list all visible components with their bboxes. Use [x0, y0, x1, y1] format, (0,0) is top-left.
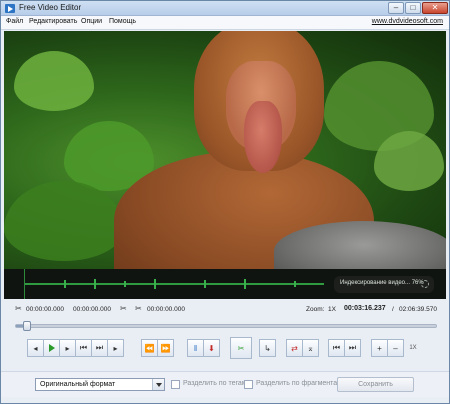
prev-frame-button[interactable]: ◂ [27, 339, 44, 357]
playback-toolbar: ◂ ▸ ⏮ ⏭ ▸ ⏪ ⏩ ‖ ⬇ ✂ ↳ ⇄ ⌅ ⏮ ⏭ + – 1X [1, 335, 449, 361]
undo-button[interactable]: ↳ [259, 339, 276, 357]
menu-bar: Файл Редактировать Опции Помощь www.dvdv… [1, 16, 449, 30]
audio-waveform[interactable]: Индексирование видео... 76% [4, 269, 446, 299]
foliage [14, 51, 94, 111]
split-tags-checkbox[interactable] [171, 380, 180, 389]
split-fragments-checkbox[interactable] [244, 380, 253, 389]
play-selection-button[interactable]: ▸ [59, 339, 76, 357]
transport-group: ◂ ▸ ⏮ ⏭ ▸ [27, 339, 124, 357]
loading-spinner-icon [421, 280, 429, 288]
website-link[interactable]: www.dvdvideosoft.com [372, 18, 443, 25]
play-icon [48, 344, 55, 352]
format-select-value: Оригинальный формат [40, 381, 116, 388]
delete-group: ⇄ ⌅ [286, 339, 319, 357]
zoom-in-button[interactable]: + [371, 339, 388, 357]
app-window: Free Video Editor – □ ✕ Файл Редактирова… [0, 0, 450, 404]
play-button[interactable] [43, 339, 60, 357]
minimize-button[interactable]: – [388, 2, 404, 14]
zoom-value: 1X [328, 306, 336, 313]
waveform-bar [244, 279, 246, 289]
selection2-start-time: 00:00:00.000 [147, 306, 185, 313]
nav-marker-group: ⏮ ⏭ [328, 339, 361, 357]
maximize-button[interactable]: □ [405, 2, 421, 14]
save-button[interactable]: Сохранить [337, 377, 414, 392]
skip-forward-button[interactable]: ⏩ [157, 339, 174, 357]
skip-back-button[interactable]: ⏪ [141, 339, 158, 357]
split-fragments-label: Разделить по фрагментам [256, 380, 342, 387]
selection-start-time: 00:00:00.000 [26, 306, 64, 313]
zoom-level-button[interactable]: 1X [403, 339, 423, 357]
scissors-out-icon[interactable]: ✂ [135, 304, 144, 314]
split-tags-label: Разделить по тегам [183, 380, 247, 387]
clear-markers-button[interactable]: ⌅ [302, 339, 319, 357]
window-title: Free Video Editor [19, 3, 82, 12]
mark-in-icon[interactable]: ✂ [15, 304, 24, 314]
cut-scissors-icon[interactable]: ✂ [230, 337, 252, 359]
menu-options[interactable]: Опции [81, 18, 102, 25]
menu-edit[interactable]: Редактировать [29, 18, 77, 25]
playhead[interactable] [24, 269, 25, 299]
chevron-down-icon[interactable] [152, 379, 164, 390]
zoom-label: Zoom: [306, 306, 325, 313]
zoom-out-button[interactable]: – [387, 339, 404, 357]
current-time: 00:03:16.237 [344, 305, 386, 312]
time-separator: / [392, 306, 394, 313]
indexing-text: Индексирование видео... 76% [340, 280, 424, 286]
marker-group: ‖ ⬇ [187, 339, 220, 357]
selection-end-time: 00:00:00.000 [73, 306, 111, 313]
edit-group: ↳ [259, 339, 276, 357]
remove-marker-button[interactable]: ⬇ [203, 339, 220, 357]
monkey-nose [244, 101, 282, 173]
seek-group: ⏪ ⏩ [141, 339, 174, 357]
output-bar: Оригинальный формат Разделить по тегам Р… [1, 371, 449, 397]
app-logo-icon [5, 4, 15, 13]
go-start-button[interactable]: ⏮ [75, 339, 92, 357]
waveform-bar [124, 281, 126, 287]
slider-thumb[interactable] [22, 321, 31, 331]
waveform-bar [294, 281, 296, 287]
go-end-button[interactable]: ⏭ [91, 339, 108, 357]
close-button[interactable]: ✕ [422, 2, 448, 14]
waveform-line [24, 283, 324, 285]
prev-marker-button[interactable]: ⏮ [328, 339, 345, 357]
waveform-bar [94, 279, 96, 289]
indexing-status: Индексирование видео... 76% [334, 276, 434, 293]
menu-help[interactable]: Помощь [109, 18, 136, 25]
position-slider[interactable] [15, 321, 437, 331]
zoom-group: + – 1X [371, 339, 422, 357]
format-select[interactable]: Оригинальный формат [35, 378, 165, 391]
waveform-bar [154, 279, 156, 289]
delete-selection-button[interactable]: ⇄ [286, 339, 303, 357]
foliage [4, 181, 124, 261]
waveform-bar [204, 280, 206, 288]
cut-group: ✂ [230, 337, 252, 359]
next-marker-button[interactable]: ⏭ [344, 339, 361, 357]
time-info-row: ✂ 00:00:00.000 00:00:00.000 ✂ ✂ 00:00:00… [1, 303, 449, 317]
scissors-icon[interactable]: ✂ [120, 304, 129, 314]
menu-file[interactable]: Файл [6, 18, 23, 25]
foliage [374, 131, 444, 191]
title-bar: Free Video Editor – □ ✕ [1, 1, 449, 16]
video-preview[interactable] [4, 31, 446, 269]
next-frame-button[interactable]: ▸ [107, 339, 124, 357]
add-marker-button[interactable]: ‖ [187, 339, 204, 357]
total-duration: 02:06:39.570 [399, 306, 437, 313]
waveform-bar [64, 280, 66, 288]
